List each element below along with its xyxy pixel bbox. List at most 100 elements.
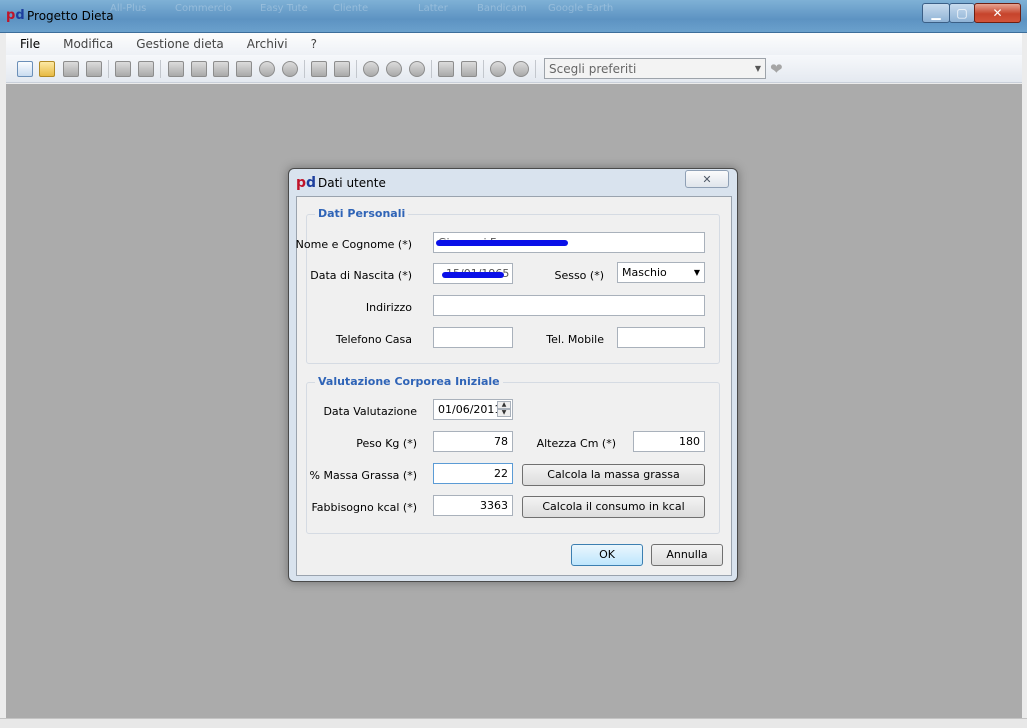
app-logo-icon: pd	[6, 8, 25, 23]
birth-label: Data di Nascita (*)	[310, 269, 412, 282]
disc-icon[interactable]	[259, 61, 275, 77]
layout-icon[interactable]	[334, 61, 350, 77]
user-icon[interactable]	[363, 61, 379, 77]
maximize-button[interactable]: ▢	[949, 3, 975, 23]
dialog-title: Dati utente	[318, 176, 386, 190]
fat-mass-field[interactable]: 22	[433, 463, 513, 484]
maximize-icon: ▢	[956, 6, 968, 20]
list-icon[interactable]	[168, 61, 184, 77]
favorites-combobox[interactable]: Scegli preferiti ▼	[544, 58, 766, 79]
toolbar-separator	[535, 60, 536, 78]
mobile-field[interactable]	[617, 327, 705, 348]
close-icon: ✕	[992, 6, 1003, 20]
name-label: Nome e Cognome (*)	[295, 238, 412, 251]
toolbar-separator	[356, 60, 357, 78]
redaction-mark	[436, 240, 568, 246]
height-label: Altezza Cm (*)	[536, 437, 616, 450]
bottle-icon[interactable]	[438, 61, 454, 77]
title-bar: pd Progetto Dieta All-Plus Commercio Eas…	[0, 0, 1027, 33]
group-body-evaluation: Valutazione Corporea Iniziale Data Valut…	[306, 375, 720, 534]
basket-icon[interactable]	[213, 61, 229, 77]
chart-icon[interactable]	[461, 61, 477, 77]
menu-help[interactable]: ?	[297, 37, 326, 51]
window-title: Progetto Dieta	[27, 9, 114, 23]
menu-archivi[interactable]: Archivi	[233, 37, 297, 51]
menu-bar: File Modifica Gestione dieta Archivi ?	[6, 33, 1022, 55]
chevron-down-icon: ▼	[754, 64, 761, 73]
bg-taskbar-label: Google Earth	[548, 3, 614, 14]
mobile-label: Tel. Mobile	[546, 333, 604, 346]
close-icon: ✕	[702, 172, 712, 186]
toolbar-separator	[431, 60, 432, 78]
heart-icon[interactable]: ❤	[770, 61, 783, 77]
sex-select[interactable]: Maschio ▼	[617, 262, 705, 283]
calculator-icon[interactable]	[191, 61, 207, 77]
height-value: 180	[679, 435, 700, 448]
menu-modifica[interactable]: Modifica	[49, 37, 122, 51]
toolbar-separator	[483, 60, 484, 78]
name-field[interactable]: Giovanni Francesco	[433, 232, 705, 253]
dialog-close-button[interactable]: ✕	[685, 170, 729, 188]
toolbar-separator	[304, 60, 305, 78]
redaction-mark	[442, 272, 504, 278]
bg-taskbar-label: Easy Tute	[260, 3, 308, 14]
bulb-icon[interactable]	[513, 61, 529, 77]
menu-file[interactable]: File	[6, 37, 49, 51]
new-document-icon[interactable]	[17, 61, 33, 77]
bg-taskbar-label: Cliente	[333, 3, 369, 14]
height-field[interactable]: 180	[633, 431, 705, 452]
phone-field[interactable]	[433, 327, 513, 348]
copy-icon[interactable]	[115, 61, 131, 77]
minimize-icon: ▁	[931, 6, 941, 20]
grid-icon[interactable]	[311, 61, 327, 77]
spin-up-icon[interactable]: ▲	[497, 401, 511, 409]
bg-taskbar-label: Commercio	[175, 3, 233, 14]
user-settings-icon[interactable]	[409, 61, 425, 77]
address-field[interactable]	[433, 295, 705, 316]
cancel-button[interactable]: Annulla	[651, 544, 723, 566]
fat-value: 22	[494, 467, 508, 480]
dialog-body: Dati Personali Nome e Cognome (*) Giovan…	[296, 196, 732, 576]
cloud-icon[interactable]	[282, 61, 298, 77]
status-bar	[0, 718, 1027, 728]
open-folder-icon[interactable]	[39, 61, 55, 77]
kcal-label: Fabbisogno kcal (*)	[311, 501, 417, 514]
sex-label: Sesso (*)	[554, 269, 604, 282]
paste-icon[interactable]	[138, 61, 154, 77]
eval-date-value: 01/06/2011	[438, 403, 502, 416]
address-label: Indirizzo	[365, 301, 412, 314]
save-icon[interactable]	[63, 61, 79, 77]
minimize-button[interactable]: ▁	[922, 3, 950, 23]
weight-value: 78	[494, 435, 508, 448]
fat-label: % Massa Grassa (*)	[309, 469, 417, 482]
print-icon[interactable]	[86, 61, 102, 77]
bg-taskbar-label: Latter	[418, 3, 448, 14]
bg-taskbar-label: Bandicam	[477, 3, 527, 14]
dining-icon[interactable]	[490, 61, 506, 77]
user-data-dialog: pd Dati utente ✕ Dati Personali Nome e C…	[288, 168, 738, 582]
eval-date-field[interactable]: 01/06/2011 ▲ ▼	[433, 399, 513, 420]
dialog-logo-icon: pd	[296, 175, 317, 191]
birth-date-field[interactable]: 15/01/1965	[433, 263, 513, 284]
weight-field[interactable]: 78	[433, 431, 513, 452]
calc-kcal-button[interactable]: Calcola il consumo in kcal	[522, 496, 705, 518]
toolbar: Scegli preferiti ▼ ❤	[6, 55, 1022, 83]
kcal-value: 3363	[480, 499, 508, 512]
users-icon[interactable]	[386, 61, 402, 77]
date-spinner[interactable]: ▲ ▼	[497, 401, 511, 418]
menu-gestione-dieta[interactable]: Gestione dieta	[122, 37, 233, 51]
close-button[interactable]: ✕	[974, 3, 1021, 23]
sex-value: Maschio	[622, 266, 667, 279]
spin-down-icon[interactable]: ▼	[497, 409, 511, 417]
toolbar-separator	[108, 60, 109, 78]
phone-label: Telefono Casa	[335, 333, 412, 346]
badge-icon[interactable]	[236, 61, 252, 77]
group-personal-data: Dati Personali Nome e Cognome (*) Giovan…	[296, 207, 720, 364]
toolbar-separator	[160, 60, 161, 78]
calc-fat-mass-button[interactable]: Calcola la massa grassa	[522, 464, 705, 486]
chevron-down-icon: ▼	[693, 268, 700, 277]
ok-button[interactable]: OK	[571, 544, 643, 566]
bg-taskbar-label: All-Plus	[110, 3, 147, 14]
favorites-value: Scegli preferiti	[549, 62, 637, 76]
kcal-field[interactable]: 3363	[433, 495, 513, 516]
